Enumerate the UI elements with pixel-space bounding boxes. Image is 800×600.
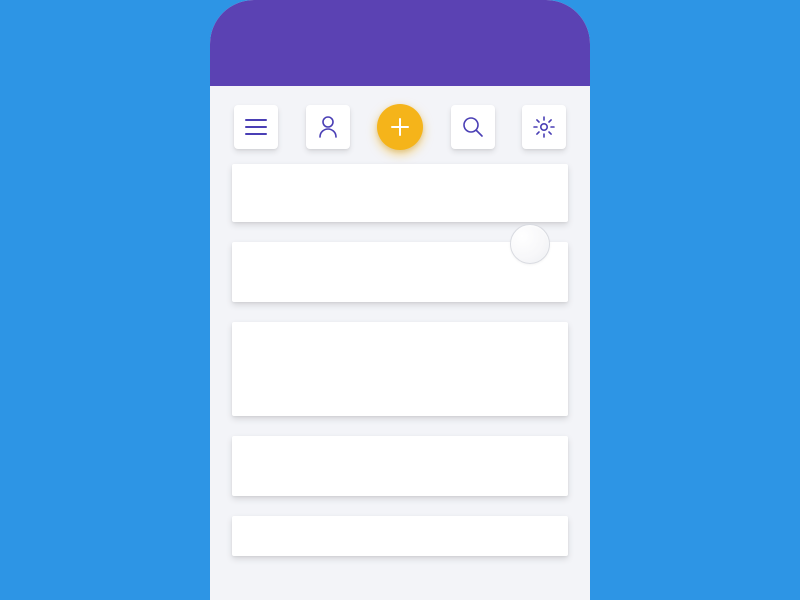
app-header bbox=[210, 0, 590, 86]
search-button[interactable] bbox=[451, 105, 495, 149]
plus-icon bbox=[391, 118, 409, 136]
list-item[interactable] bbox=[232, 242, 568, 302]
hamburger-icon bbox=[245, 119, 267, 135]
card-list bbox=[210, 164, 590, 600]
gear-icon bbox=[532, 115, 556, 139]
menu-button[interactable] bbox=[234, 105, 278, 149]
person-icon bbox=[318, 116, 338, 138]
toolbar bbox=[210, 86, 590, 164]
list-item[interactable] bbox=[232, 516, 568, 556]
search-icon bbox=[462, 116, 484, 138]
list-item[interactable] bbox=[232, 322, 568, 416]
profile-button[interactable] bbox=[306, 105, 350, 149]
device-frame bbox=[210, 0, 590, 600]
list-item[interactable] bbox=[232, 436, 568, 496]
add-button[interactable] bbox=[377, 104, 423, 150]
settings-button[interactable] bbox=[522, 105, 566, 149]
list-item[interactable] bbox=[232, 164, 568, 222]
